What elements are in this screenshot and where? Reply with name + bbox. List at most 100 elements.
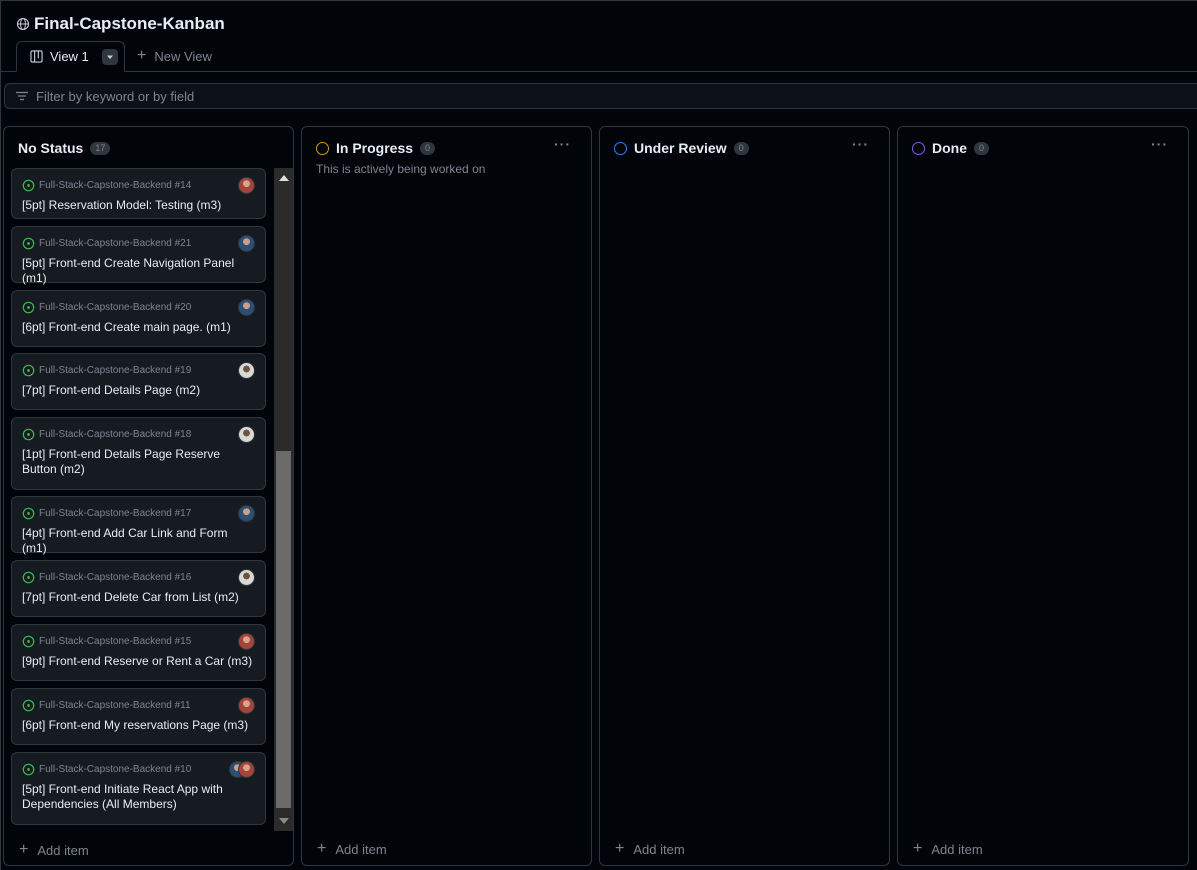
card-title[interactable]: [7pt] Front-end Delete Car from List (m2… bbox=[22, 590, 253, 605]
item-count-badge: 17 bbox=[90, 141, 111, 155]
issue-open-icon bbox=[22, 364, 35, 377]
issue-card[interactable]: Full-Stack-Capstone-Backend #20 [6pt] Fr… bbox=[11, 290, 266, 347]
column-menu-button[interactable]: ··· bbox=[554, 136, 571, 152]
avatar[interactable] bbox=[238, 362, 255, 379]
issue-open-icon bbox=[22, 571, 35, 584]
issue-open-icon bbox=[22, 635, 35, 648]
card-meta: Full-Stack-Capstone-Backend #16 bbox=[22, 571, 191, 584]
add-item-button[interactable]: + Add item bbox=[19, 842, 89, 858]
tab-label: View 1 bbox=[50, 49, 89, 64]
card-repo[interactable]: Full-Stack-Capstone-Backend #21 bbox=[39, 238, 191, 249]
card-meta: Full-Stack-Capstone-Backend #20 bbox=[22, 301, 191, 314]
avatar[interactable] bbox=[238, 426, 255, 443]
issue-card[interactable]: Full-Stack-Capstone-Backend #17 [4pt] Fr… bbox=[11, 496, 266, 556]
tab-view-1[interactable]: View 1 bbox=[16, 41, 125, 72]
issue-card[interactable]: Full-Stack-Capstone-Backend #10 [5pt] Fr… bbox=[11, 752, 266, 825]
card-title[interactable]: [6pt] Front-end My reservations Page (m3… bbox=[22, 718, 253, 733]
card-repo[interactable]: Full-Stack-Capstone-Backend #11 bbox=[39, 700, 191, 711]
filter-icon bbox=[16, 91, 28, 101]
card-repo[interactable]: Full-Stack-Capstone-Backend #17 bbox=[39, 508, 191, 519]
card-repo[interactable]: Full-Stack-Capstone-Backend #14 bbox=[39, 180, 191, 191]
card-repo[interactable]: Full-Stack-Capstone-Backend #15 bbox=[39, 636, 191, 647]
issue-card[interactable]: Full-Stack-Capstone-Backend #19 [7pt] Fr… bbox=[11, 353, 266, 410]
column-in-progress: In Progress 0 ··· This is actively being… bbox=[301, 126, 592, 866]
status-circle-icon bbox=[912, 141, 925, 155]
card-repo[interactable]: Full-Stack-Capstone-Backend #19 bbox=[39, 365, 191, 376]
issue-open-icon bbox=[22, 237, 35, 250]
avatar[interactable] bbox=[238, 177, 255, 194]
card-repo[interactable]: Full-Stack-Capstone-Backend #16 bbox=[39, 572, 191, 583]
add-item-label: Add item bbox=[37, 842, 89, 858]
avatar[interactable] bbox=[238, 505, 255, 522]
card-title[interactable]: [9pt] Front-end Reserve or Rent a Car (m… bbox=[22, 654, 253, 669]
card-meta: Full-Stack-Capstone-Backend #21 bbox=[22, 237, 191, 250]
filter-bar bbox=[4, 83, 1197, 109]
column-menu-button[interactable]: ··· bbox=[852, 136, 869, 152]
column-header: Done 0 bbox=[912, 139, 990, 157]
card-repo[interactable]: Full-Stack-Capstone-Backend #10 bbox=[39, 764, 191, 775]
add-item-label: Add item bbox=[335, 841, 387, 857]
new-view-label: New View bbox=[154, 48, 212, 64]
avatar[interactable] bbox=[238, 569, 255, 586]
column-title: Under Review bbox=[634, 140, 727, 156]
plus-icon: + bbox=[913, 840, 923, 857]
new-view-button[interactable]: + New View bbox=[137, 48, 212, 64]
column-title: In Progress bbox=[336, 140, 414, 156]
view-options-button[interactable] bbox=[101, 48, 118, 65]
scroll-thumb[interactable] bbox=[276, 451, 291, 808]
issue-card[interactable]: Full-Stack-Capstone-Backend #16 [7pt] Fr… bbox=[11, 560, 266, 617]
issue-card[interactable]: Full-Stack-Capstone-Backend #14 [5pt] Re… bbox=[11, 168, 266, 219]
add-item-label: Add item bbox=[633, 841, 685, 857]
project-board: Final-Capstone-Kanban View 1 + New View bbox=[0, 0, 1197, 870]
scroll-up-arrow[interactable] bbox=[279, 175, 289, 181]
issue-card[interactable]: Full-Stack-Capstone-Backend #11 [6pt] Fr… bbox=[11, 688, 266, 745]
column-description: This is actively being worked on bbox=[316, 162, 486, 176]
globe-icon bbox=[16, 17, 30, 31]
triangle-down-icon bbox=[106, 55, 113, 59]
column-done: Done 0 ··· + Add item bbox=[897, 126, 1189, 866]
add-item-button[interactable]: + Add item bbox=[913, 841, 983, 857]
status-circle-icon bbox=[316, 141, 329, 155]
column-menu-button[interactable]: ··· bbox=[1151, 136, 1168, 152]
filter-input[interactable] bbox=[36, 88, 636, 104]
avatar[interactable] bbox=[238, 697, 255, 714]
card-title[interactable]: [6pt] Front-end Create main page. (m1) bbox=[22, 320, 253, 335]
card-meta: Full-Stack-Capstone-Backend #11 bbox=[22, 699, 191, 712]
card-title[interactable]: [5pt] Reservation Model: Testing (m3) bbox=[22, 198, 253, 213]
card-title[interactable]: [1pt] Front-end Details Page Reserve But… bbox=[22, 447, 253, 477]
add-item-button[interactable]: + Add item bbox=[615, 841, 685, 857]
column-no-status: No Status 17 Full-Stack-Capstone-Backend… bbox=[3, 126, 294, 866]
view-tabs: View 1 + New View bbox=[1, 41, 1197, 72]
project-title[interactable]: Final-Capstone-Kanban bbox=[34, 14, 225, 34]
card-meta: Full-Stack-Capstone-Backend #19 bbox=[22, 364, 191, 377]
avatar[interactable] bbox=[238, 235, 255, 252]
avatar[interactable] bbox=[238, 761, 255, 778]
item-count-badge: 0 bbox=[420, 141, 436, 155]
board-icon bbox=[30, 50, 43, 63]
avatar[interactable] bbox=[238, 633, 255, 650]
issue-card[interactable]: Full-Stack-Capstone-Backend #21 [5pt] Fr… bbox=[11, 226, 266, 286]
issue-open-icon bbox=[22, 428, 35, 441]
card-title[interactable]: [5pt] Front-end Initiate React App with … bbox=[22, 782, 253, 812]
avatar[interactable] bbox=[238, 299, 255, 316]
issue-card[interactable]: Full-Stack-Capstone-Backend #18 [1pt] Fr… bbox=[11, 417, 266, 490]
plus-icon: + bbox=[615, 840, 625, 857]
project-header: Final-Capstone-Kanban bbox=[16, 13, 225, 35]
card-meta: Full-Stack-Capstone-Backend #10 bbox=[22, 763, 191, 776]
card-meta: Full-Stack-Capstone-Backend #17 bbox=[22, 507, 191, 520]
issue-card[interactable]: Full-Stack-Capstone-Backend #15 [9pt] Fr… bbox=[11, 624, 266, 681]
item-count-badge: 0 bbox=[733, 141, 749, 155]
scroll-down-arrow[interactable] bbox=[279, 818, 289, 824]
card-repo[interactable]: Full-Stack-Capstone-Backend #18 bbox=[39, 429, 191, 440]
issue-open-icon bbox=[22, 507, 35, 520]
issue-open-icon bbox=[22, 699, 35, 712]
column-title: Done bbox=[932, 140, 967, 156]
card-title[interactable]: [5pt] Front-end Create Navigation Panel … bbox=[22, 256, 253, 286]
add-item-button[interactable]: + Add item bbox=[317, 841, 387, 857]
card-title[interactable]: [7pt] Front-end Details Page (m2) bbox=[22, 383, 253, 398]
card-title[interactable]: [4pt] Front-end Add Car Link and Form (m… bbox=[22, 526, 253, 556]
item-count-badge: 0 bbox=[974, 141, 990, 155]
issue-open-icon bbox=[22, 179, 35, 192]
scrollbar[interactable] bbox=[274, 168, 293, 831]
card-repo[interactable]: Full-Stack-Capstone-Backend #20 bbox=[39, 302, 191, 313]
